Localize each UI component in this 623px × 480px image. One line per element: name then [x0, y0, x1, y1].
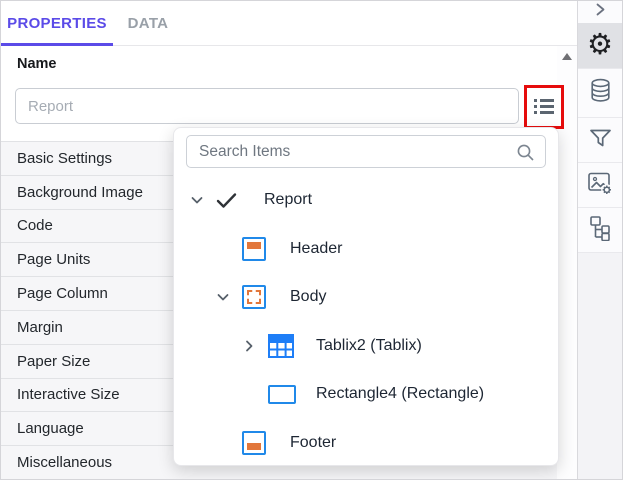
scroll-up-arrow-icon[interactable] — [562, 53, 572, 60]
rectangle-icon — [268, 384, 306, 404]
section-label: Page Units — [17, 251, 91, 269]
body-icon — [242, 285, 280, 310]
collapse-panel-button[interactable] — [578, 1, 622, 23]
tree-item-body[interactable]: Body — [174, 273, 558, 322]
sidebar-item-data-source[interactable] — [578, 69, 622, 118]
filter-funnel-icon — [588, 126, 613, 155]
search-field-wrap — [186, 135, 546, 168]
chevron-down-icon[interactable] — [216, 290, 242, 304]
tree-item-label: Rectangle4 (Rectangle) — [316, 385, 485, 403]
tablix-icon — [268, 333, 306, 358]
tree-item-rectangle4[interactable]: Rectangle4 (Rectangle) — [174, 370, 558, 419]
name-input[interactable] — [15, 88, 519, 124]
section-label: Paper Size — [17, 352, 91, 370]
tree-item-label: Tablix2 (Tablix) — [316, 336, 422, 354]
chevron-down-icon[interactable] — [190, 193, 216, 207]
checkmark-icon — [216, 192, 254, 209]
tab-data[interactable]: DATA — [113, 1, 183, 45]
section-label: Interactive Size — [17, 386, 120, 404]
database-icon — [588, 77, 613, 109]
tree-item-footer[interactable]: Footer — [174, 419, 558, 468]
annotation-highlight — [524, 85, 564, 129]
section-label: Miscellaneous — [17, 454, 113, 472]
chevron-right-icon[interactable] — [242, 339, 268, 353]
name-field-label: Name — [17, 56, 57, 72]
tree-item-label: Header — [290, 239, 343, 257]
tab-properties[interactable]: PROPERTIES — [1, 1, 113, 46]
tree-item-label: Report — [264, 191, 313, 209]
tab-bar: PROPERTIES DATA — [1, 1, 577, 46]
hierarchy-icon — [588, 215, 612, 246]
section-label: Basic Settings — [17, 149, 113, 167]
list-items-icon — [533, 96, 555, 119]
report-items-dropdown: Report Header — [173, 127, 559, 466]
tool-sidebar: ⚙ — [577, 1, 622, 479]
sidebar-item-image-settings[interactable] — [578, 163, 622, 208]
tree-item-label: Body — [290, 288, 327, 306]
header-icon — [242, 236, 280, 261]
tree-item-tablix2[interactable]: Tablix2 (Tablix) — [174, 322, 558, 371]
section-label: Code — [17, 217, 53, 235]
section-label: Page Column — [17, 285, 108, 303]
image-settings-icon — [587, 170, 613, 201]
tree-item-report[interactable]: Report — [174, 176, 558, 225]
footer-icon — [242, 430, 280, 455]
properties-pane: PROPERTIES DATA Name Basic Settings Back… — [1, 1, 577, 479]
report-item-tree: Report Header Body Tablix2 (Tablix) Rect… — [174, 176, 558, 467]
section-label: Background Image — [17, 183, 143, 201]
chevron-right-icon — [593, 2, 607, 22]
sidebar-item-filter[interactable] — [578, 118, 622, 163]
tree-item-header[interactable]: Header — [174, 225, 558, 274]
section-label: Margin — [17, 318, 63, 336]
gear-icon: ⚙ — [587, 29, 613, 61]
section-label: Language — [17, 420, 84, 438]
sidebar-filler — [578, 253, 622, 479]
tree-item-label: Footer — [290, 433, 337, 451]
sidebar-item-hierarchy[interactable] — [578, 208, 622, 253]
report-designer-properties-panel: PROPERTIES DATA Name Basic Settings Back… — [0, 0, 623, 480]
search-input[interactable] — [186, 135, 546, 168]
report-items-list-button[interactable] — [527, 88, 561, 126]
sidebar-item-settings[interactable]: ⚙ — [578, 23, 622, 69]
